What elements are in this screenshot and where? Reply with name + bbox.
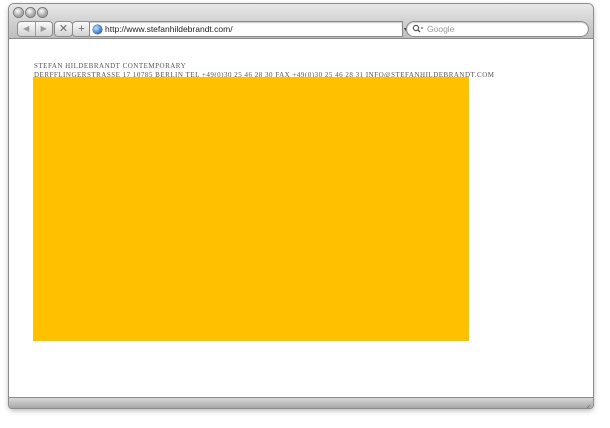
search-field[interactable]: Google [407, 22, 588, 36]
back-button[interactable]: ◀ [18, 22, 35, 36]
forward-arrow-icon: ▶ [40, 24, 47, 33]
plus-icon: + [78, 23, 85, 35]
globe-icon [93, 24, 102, 34]
gallery-name: STEFAN HILDEBRANDT CONTEMPORARY [34, 62, 187, 70]
close-window-icon[interactable] [14, 8, 23, 17]
add-bookmark-button[interactable]: + [73, 22, 90, 36]
stop-icon: ✕ [58, 23, 69, 35]
status-bar [9, 397, 593, 408]
yellow-banner[interactable] [33, 77, 469, 341]
resize-grip-icon[interactable] [583, 399, 591, 408]
search-placeholder: Google [427, 24, 455, 34]
url-text[interactable]: http://www.stefanhildebrandt.com/ [105, 24, 233, 34]
back-forward-buttons: ◀ ▶ [18, 22, 52, 36]
stop-button[interactable]: ✕ [55, 22, 72, 36]
address-bar[interactable]: http://www.stefanhildebrandt.com/ [90, 22, 402, 36]
minimize-window-icon[interactable] [26, 8, 35, 17]
forward-button[interactable]: ▶ [34, 22, 53, 36]
browser-toolbar: ◀ ▶ ✕ + http://www.stefanhildebrandt.com… [9, 4, 593, 39]
zoom-window-icon[interactable] [38, 8, 47, 17]
back-arrow-icon: ◀ [23, 24, 30, 33]
search-icon[interactable] [412, 23, 424, 35]
